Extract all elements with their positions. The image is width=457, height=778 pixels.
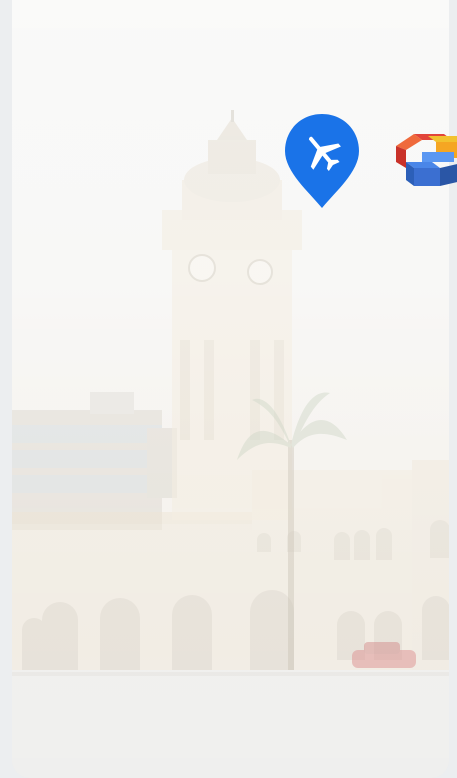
stacked-blocks-logo-icon xyxy=(392,128,457,196)
fade-overlay xyxy=(12,0,449,778)
airplane-map-pin-icon xyxy=(283,112,361,210)
splash-card xyxy=(12,0,449,778)
